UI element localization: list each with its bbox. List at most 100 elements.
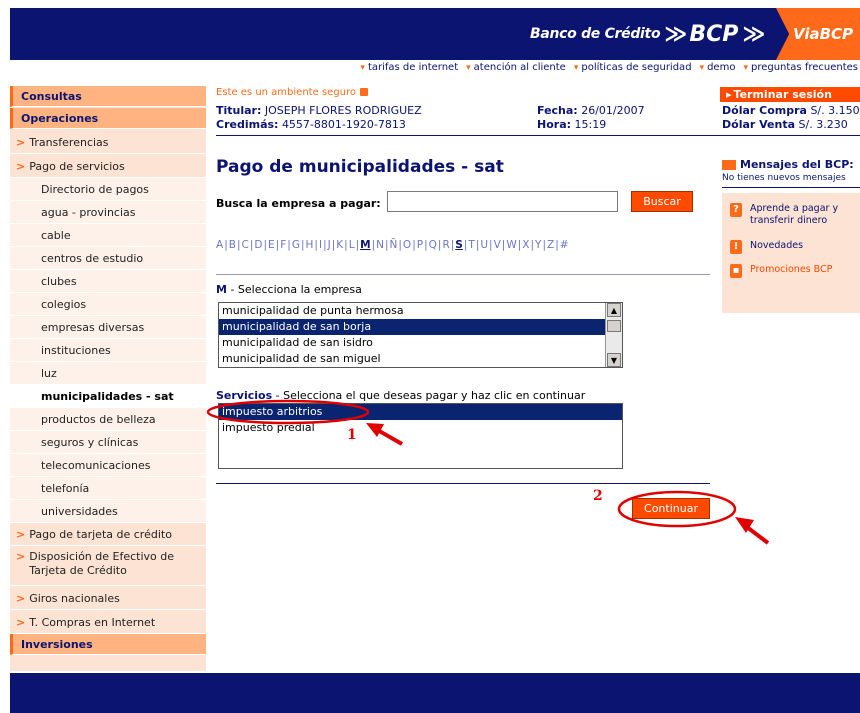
letter-link[interactable]: P [417,239,423,251]
scroll-down-icon[interactable]: ▼ [607,353,621,367]
promo-item-novedades[interactable]: ! Novedades [730,240,803,254]
letter-link[interactable]: M [360,239,370,251]
search-button[interactable]: Buscar [631,191,693,212]
link-preguntas[interactable]: preguntas frecuentes [743,62,858,76]
gift-icon: ▪ [730,264,742,278]
sidebar-item-label: clubes [41,274,77,288]
letter-link[interactable]: C [242,239,249,251]
empresa-option[interactable]: municipalidad de punta hermosa [219,303,622,319]
sidebar-item-cable[interactable]: cable [10,224,206,247]
sidebar-item-centros[interactable]: centros de estudio [10,247,206,270]
scroll-up-icon[interactable]: ▲ [607,303,621,317]
empresa-scrollbar[interactable]: ▲ ▼ [605,303,622,367]
letter-link[interactable]: Ñ [390,239,398,251]
letter-link[interactable]: J [328,239,331,251]
link-demo[interactable]: demo [700,62,735,76]
sidebar-item-operaciones[interactable]: Operaciones [10,108,206,129]
sidebar-item-label: empresas diversas [41,320,145,334]
sidebar-item-empresas[interactable]: empresas diversas [10,316,206,339]
sidebar-item-agua[interactable]: agua - provincias [10,201,206,224]
continue-button[interactable]: Continuar [632,498,710,519]
letter-link[interactable]: B [229,239,236,251]
sidebar-item-label: universidades [41,504,118,518]
sidebar-item-clubes[interactable]: clubes [10,270,206,293]
sidebar-item-instituciones[interactable]: instituciones [10,339,206,362]
sidebar: Consultas Operaciones Transferencias Pag… [10,86,206,671]
sidebar-item-pago-tarjeta[interactable]: Pago de tarjeta de crédito [10,523,206,546]
credimas-label: Credimás: [216,118,279,131]
servicios-listbox[interactable]: impuesto arbitrios impuesto predial [218,403,623,469]
alphabet-separator: | [371,239,376,251]
link-politicas[interactable]: políticas de seguridad [574,62,691,76]
servicio-option-selected[interactable]: impuesto arbitrios [219,404,622,420]
sidebar-item-label: telecomunicaciones [41,458,151,472]
header-bar: Banco de Crédito ≫ BCP ≫ ViaBCP [10,8,860,60]
letter-link[interactable]: Q [429,239,437,251]
sidebar-item-luz[interactable]: luz [10,362,206,385]
sidebar-item-label: municipalidades - sat [41,389,174,403]
letter-link[interactable]: E [268,239,275,251]
alphabet-separator: | [437,239,442,251]
logout-button[interactable]: Terminar sesión [720,87,860,102]
letter-link[interactable]: G [292,239,300,251]
sidebar-item-directorio[interactable]: Directorio de pagos [10,178,206,201]
empresa-option-selected[interactable]: municipalidad de san borja [219,319,622,335]
letter-link[interactable]: H [306,239,314,251]
sidebar-item-seguros[interactable]: seguros y clínicas [10,431,206,454]
letter-link[interactable]: V [494,239,501,251]
letter-link[interactable]: F [280,239,286,251]
divider [216,274,710,275]
letter-link[interactable]: O [403,239,411,251]
letter-link[interactable]: T [468,239,474,251]
alphabet-nav: A|B|C|D|E|F|G|H|I|J|K|L|M|N|Ñ|O|P|Q|R|S|… [216,239,569,251]
sidebar-item-compras[interactable]: T. Compras en Internet [10,611,206,634]
alphabet-separator: | [275,239,280,251]
empresa-listbox[interactable]: municipalidad de punta hermosa municipal… [218,302,623,368]
letter-link[interactable]: Y [535,239,541,251]
bcp-logo[interactable]: Banco de Crédito ≫ BCP ≫ [530,8,767,60]
letter-link[interactable]: I [319,239,322,251]
search-input[interactable] [387,191,618,212]
letter-link[interactable]: A [216,239,223,251]
sidebar-item-municipalidades[interactable]: municipalidades - sat [10,385,206,408]
letter-link[interactable]: N [376,239,384,251]
sidebar-item-consultas[interactable]: Consultas [10,86,206,107]
logout-label: Terminar sesión [733,88,832,101]
empresa-option[interactable]: municipalidad de san isidro [219,335,622,351]
servicio-option[interactable]: impuesto predial [219,420,622,436]
chevron-logo-icon-2: ≫ [742,21,766,47]
letter-link[interactable]: W [506,239,516,251]
sidebar-item-belleza[interactable]: productos de belleza [10,408,206,431]
venta-label: Dólar Venta [722,118,796,131]
sidebar-item-telecom[interactable]: telecomunicaciones [10,454,206,477]
letter-link[interactable]: L [349,239,355,251]
sidebar-item-label: seguros y clínicas [41,435,139,449]
letter-link[interactable]: D [254,239,262,251]
sidebar-item-pago-servicios[interactable]: Pago de servicios [10,155,206,178]
sidebar-item-colegios[interactable]: colegios [10,293,206,316]
empresa-option[interactable]: municipalidad de san miguel [219,351,622,367]
sidebar-item-transferencias[interactable]: Transferencias [10,131,206,154]
scroll-thumb[interactable] [607,320,621,332]
letter-link[interactable]: X [522,239,529,251]
sidebar-item-inversiones[interactable]: Inversiones [10,634,206,655]
sidebar-item-disposicion[interactable]: Disposición de Efectivo de Tarjeta de Cr… [10,546,206,586]
viabcp-logo[interactable]: ViaBCP [776,8,860,60]
alphabet-separator: | [384,239,389,251]
letter-link[interactable]: U [480,239,488,251]
link-tarifas[interactable]: tarifas de internet [360,62,458,76]
promo-item-promociones[interactable]: ▪ Promociones BCP [730,264,832,278]
sidebar-item-label: centros de estudio [41,251,144,265]
letter-link[interactable]: R [442,239,449,251]
letter-link[interactable]: S [455,239,463,251]
letter-link[interactable]: Z [547,239,554,251]
link-atencion[interactable]: atención al cliente [466,62,566,76]
sidebar-item-telefonia[interactable]: telefonía [10,477,206,500]
letter-link[interactable]: # [560,239,569,251]
sidebar-item-universidades[interactable]: universidades [10,500,206,523]
promo-item-aprende[interactable]: ? Aprende a pagar y transferir dinero [730,203,854,227]
letter-link[interactable]: K [336,239,343,251]
alphabet-separator: | [331,239,336,251]
sidebar-item-giros[interactable]: Giros nacionales [10,587,206,610]
servicios-title: Servicios [216,389,273,402]
